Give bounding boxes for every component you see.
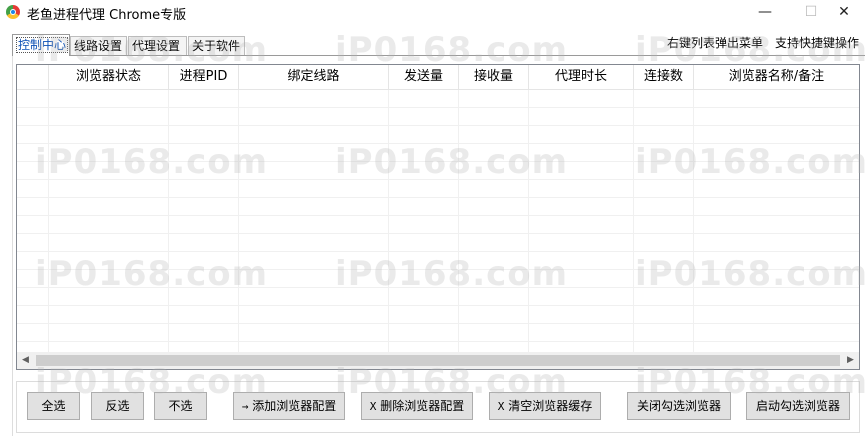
column-header-browser-status[interactable]: 浏览器状态 xyxy=(49,65,169,89)
tab-control-center[interactable]: 控制中心 xyxy=(12,34,70,56)
close-checked-browsers-button[interactable]: 关闭勾选浏览器 xyxy=(627,392,731,420)
clear-browser-cache-label: 清空浏览器缓存 xyxy=(508,399,593,413)
delete-x-icon: X xyxy=(369,400,377,413)
start-checked-browsers-button[interactable]: 启动勾选浏览器 xyxy=(746,392,850,420)
column-header-check[interactable] xyxy=(17,65,49,89)
browser-list[interactable]: 浏览器状态 进程PID 绑定线路 发送量 接收量 代理时长 连接数 浏览器名称/… xyxy=(16,64,860,370)
delete-browser-config-button[interactable]: X 删除浏览器配置 xyxy=(361,392,473,420)
horizontal-scrollbar[interactable]: ◀ ▶ xyxy=(17,352,859,369)
column-header-received[interactable]: 接收量 xyxy=(459,65,529,89)
select-none-button[interactable]: 不选 xyxy=(154,392,207,420)
close-button[interactable]: ✕ xyxy=(821,0,867,26)
add-browser-config-button[interactable]: → 添加浏览器配置 xyxy=(233,392,345,420)
column-header-bound-line[interactable]: 绑定线路 xyxy=(239,65,389,89)
tab-label: 关于软件 xyxy=(192,39,241,53)
list-grid xyxy=(17,90,859,352)
column-header-browser-name[interactable]: 浏览器名称/备注 xyxy=(694,65,859,89)
arrow-right-icon: → xyxy=(241,400,249,413)
scrollbar-thumb[interactable] xyxy=(36,355,840,366)
column-header-sent[interactable]: 发送量 xyxy=(389,65,459,89)
tab-label: 线路设置 xyxy=(74,39,123,53)
select-all-button[interactable]: 全选 xyxy=(27,392,80,420)
column-header-pid[interactable]: 进程PID xyxy=(169,65,239,89)
chrome-app-icon xyxy=(6,5,20,19)
tab-about[interactable]: 关于软件 xyxy=(188,36,245,55)
title-bar: 老鱼进程代理 Chrome专版 — ☐ ✕ xyxy=(0,0,867,26)
invert-selection-button[interactable]: 反选 xyxy=(91,392,144,420)
scroll-right-icon[interactable]: ▶ xyxy=(842,352,859,369)
list-header: 浏览器状态 进程PID 绑定线路 发送量 接收量 代理时长 连接数 浏览器名称/… xyxy=(17,65,859,90)
window-title: 老鱼进程代理 Chrome专版 xyxy=(27,8,187,23)
clear-x-icon: X xyxy=(497,400,505,413)
scroll-left-icon[interactable]: ◀ xyxy=(17,352,34,369)
minimize-button[interactable]: — xyxy=(742,0,788,26)
clear-browser-cache-button[interactable]: X 清空浏览器缓存 xyxy=(489,392,601,420)
add-browser-config-label: 添加浏览器配置 xyxy=(252,399,337,413)
hint-shortcuts: 支持快捷键操作 xyxy=(775,36,860,50)
tab-label: 代理设置 xyxy=(132,39,181,53)
delete-browser-config-label: 删除浏览器配置 xyxy=(380,399,465,413)
tab-line-settings[interactable]: 线路设置 xyxy=(70,36,127,55)
column-header-connections[interactable]: 连接数 xyxy=(634,65,694,89)
tab-label: 控制中心 xyxy=(16,37,69,53)
column-header-proxy-duration[interactable]: 代理时长 xyxy=(529,65,634,89)
tab-proxy-settings[interactable]: 代理设置 xyxy=(128,36,187,55)
hint-right-click-menu: 右键列表弹出菜单 xyxy=(667,36,764,50)
